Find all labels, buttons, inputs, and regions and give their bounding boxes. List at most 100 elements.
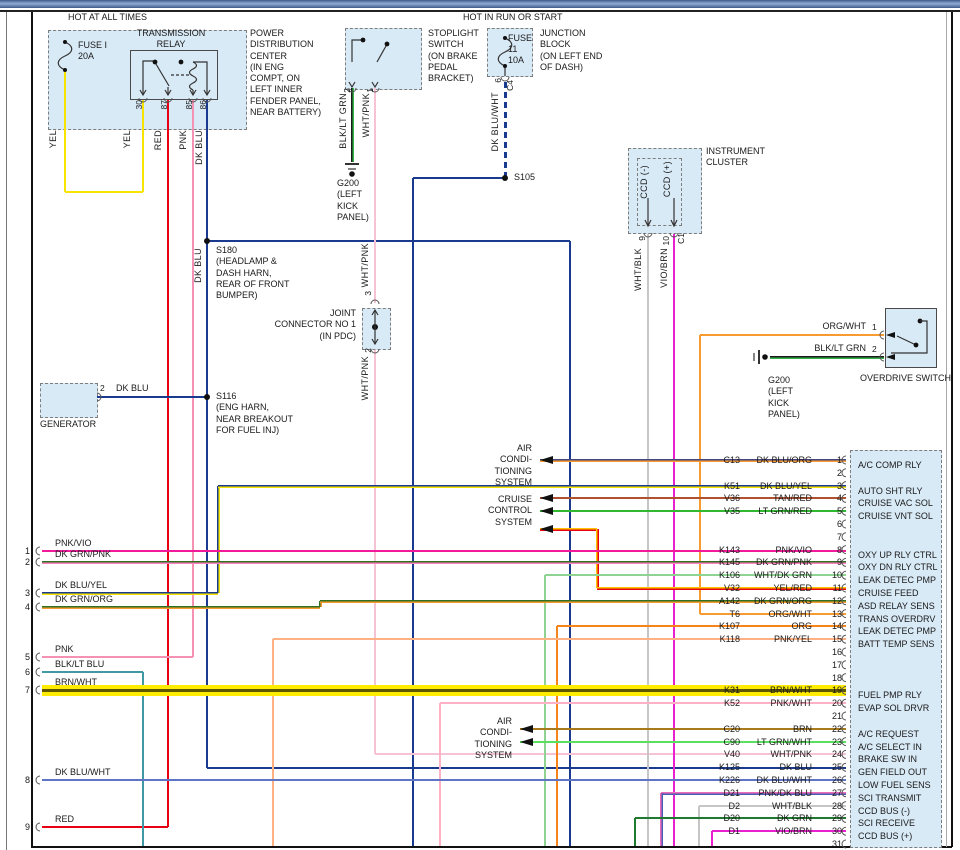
vnum-stoplight-pins-0: 2	[342, 88, 352, 93]
vnum-cluster-pins-1: 10	[661, 236, 671, 245]
vlab-cluster-wires-1: VIO/BRN	[659, 248, 669, 288]
transmission-relay-title: TRANSMISSION RELAY	[126, 28, 216, 51]
pin-4-function: CRUISE VAC SOL	[858, 498, 938, 508]
pin-13-wire-color: ORG/WHT	[745, 609, 812, 619]
hot-at-all-times-label: HOT AT ALL TIMES	[68, 12, 147, 23]
pin-11-function: CRUISE FEED	[858, 588, 938, 598]
arrow-ac-request	[520, 725, 533, 733]
pin-11-number: 11	[818, 583, 842, 593]
pin-25-circuit-id: K125	[690, 762, 740, 772]
vlab-joint-wire_bottom: WHT/PNK	[360, 356, 370, 400]
left-row-5-number: 5	[16, 652, 30, 662]
pin-12-function: ASD RELAY SENS	[858, 601, 938, 611]
pin-10-wire-color: WHT/DK GRN	[745, 570, 812, 580]
pin-1-wire-color: DK BLU/ORG	[745, 455, 812, 465]
junction-note: JUNCTION BLOCK (ON LEFT END OF DASH)	[540, 28, 602, 73]
pin-29-function: SCI RECEIVE	[858, 818, 938, 828]
pin-25-number: 25	[818, 762, 842, 772]
pin-18-number: 18	[818, 673, 842, 683]
vnum-joint-pin_top: 3	[363, 291, 373, 296]
fuse1-label: FUSE I 20A	[78, 40, 107, 63]
pin-15-circuit-id: K118	[690, 634, 740, 644]
pin-9-circuit-id: K145	[690, 557, 740, 567]
g200-label-b: G200 (LEFT KICK PANEL)	[768, 375, 800, 420]
pin-30-circuit-id: D1	[690, 826, 740, 836]
pin-13-number: 13	[818, 609, 842, 619]
left-row-4-color: DK GRN/ORG	[55, 594, 113, 604]
pin-28-function: CCD BUS (-)	[858, 806, 938, 816]
pin-10-circuit-id: K106	[690, 570, 740, 580]
pin-26-wire-color: DK BLU/WHT	[745, 775, 812, 785]
joint-connector-note: JOINT CONNECTOR NO 1 (IN PDC)	[256, 308, 356, 342]
vlab-pdc-wires-1: YEL	[122, 130, 132, 148]
pin-10-function: LEAK DETEC PMP	[858, 575, 938, 585]
pin-8-circuit-id: K143	[690, 545, 740, 555]
pin-27-wire-color: PNK/DK BLU	[745, 788, 812, 798]
generator-wire-label: DK BLU	[116, 383, 149, 394]
left-row-6-number: 6	[16, 667, 30, 677]
pin-15-wire-color: PNK/YEL	[745, 634, 812, 644]
junction-dot	[63, 40, 67, 44]
arrow-ac-comp	[540, 456, 553, 464]
junction-dot	[762, 354, 768, 360]
vnum-stoplight-pins-1: 1	[365, 88, 375, 93]
pin-23-wire-color: LT GRN/WHT	[745, 737, 812, 747]
pin-10-number: 10	[818, 570, 842, 580]
vlab-splices-s180_wire: DK BLU	[193, 248, 203, 283]
pin-8-function: OXY UP RLY CTRL	[858, 550, 938, 560]
g200-label-a: G200 (LEFT KICK PANEL)	[337, 178, 369, 223]
junction-dot	[204, 394, 210, 400]
left-row-8-color: DK BLU/WHT	[55, 767, 111, 777]
arrow-overdrive-pin2	[886, 354, 895, 360]
s105-label: S105	[514, 172, 535, 183]
pin-24-function: BRAKE SW IN	[858, 754, 938, 764]
vlab-joint-wire_top: WHT/PNK	[360, 243, 370, 287]
left-row-9-color: RED	[55, 814, 74, 824]
pin-14-wire-color: ORG	[745, 621, 812, 631]
pin-14-number: 14	[818, 621, 842, 631]
vnum-pdc-pins-1: 87	[159, 100, 169, 109]
pin-8-wire-color: PNK/VIO	[745, 545, 812, 555]
junction-dot	[153, 60, 158, 65]
pin-31-number: 31	[818, 839, 842, 849]
pin-11-circuit-id: V32	[690, 583, 740, 593]
vnum-junction-pin: 6	[493, 78, 503, 83]
pin-8-number: 8	[818, 545, 842, 555]
pin-12-number: 12	[818, 596, 842, 606]
pin-3-circuit-id: K51	[690, 481, 740, 491]
junction-dot	[63, 68, 67, 72]
generator-label: GENERATOR	[40, 419, 96, 430]
pin-22-number: 22	[818, 724, 842, 734]
pin-23-circuit-id: C90	[690, 737, 740, 747]
pin-22-circuit-id: C20	[690, 724, 740, 734]
pin-29-number: 29	[818, 813, 842, 823]
pin-1-circuit-id: C13	[690, 455, 740, 465]
overdrive-wire1-label: ORG/WHT	[798, 321, 866, 332]
junction-dot	[385, 42, 390, 47]
vnum-pdc-pins-3: 86	[198, 100, 208, 109]
pin-22-wire-color: BRN	[745, 724, 812, 734]
vlab-stoplight-wires-1: WHT/PNK	[361, 93, 371, 137]
left-row-9-number: 9	[16, 822, 30, 832]
left-row-8-number: 8	[16, 775, 30, 785]
junction-dot	[914, 343, 919, 348]
vlab-cluster-signals-0: CCD (-)	[639, 165, 649, 199]
pin-13-circuit-id: T6	[690, 609, 740, 619]
left-row-2-number: 2	[16, 557, 30, 567]
instrument-cluster-title: INSTRUMENT CLUSTER	[706, 146, 765, 169]
vlab-stoplight-wires-0: BLK/LT GRN	[338, 93, 348, 149]
left-row-4-number: 4	[16, 602, 30, 612]
pin-19-wire-color: BRN/WHT	[745, 685, 812, 695]
vnum-pdc-pins-0: 30	[134, 100, 144, 109]
pin-5-function: CRUISE VNT SOL	[858, 511, 938, 521]
pin-23-number: 23	[818, 737, 842, 747]
left-row-7-number: 7	[16, 685, 30, 695]
pin-24-circuit-id: V40	[690, 749, 740, 759]
pin-5-number: 5	[818, 506, 842, 516]
overdrive-wire2-label: BLK/LT GRN	[770, 343, 866, 354]
junction-dot	[502, 175, 508, 181]
wiring-diagram-page: HOT AT ALL TIMES TRANSMISSION RELAY FUSE…	[0, 0, 960, 850]
pin-28-number: 28	[818, 801, 842, 811]
stoplight-note: STOPLIGHT SWITCH (ON BRAKE PEDAL BRACKET…	[428, 28, 479, 84]
pin-30-wire-color: VIO/BRN	[745, 826, 812, 836]
